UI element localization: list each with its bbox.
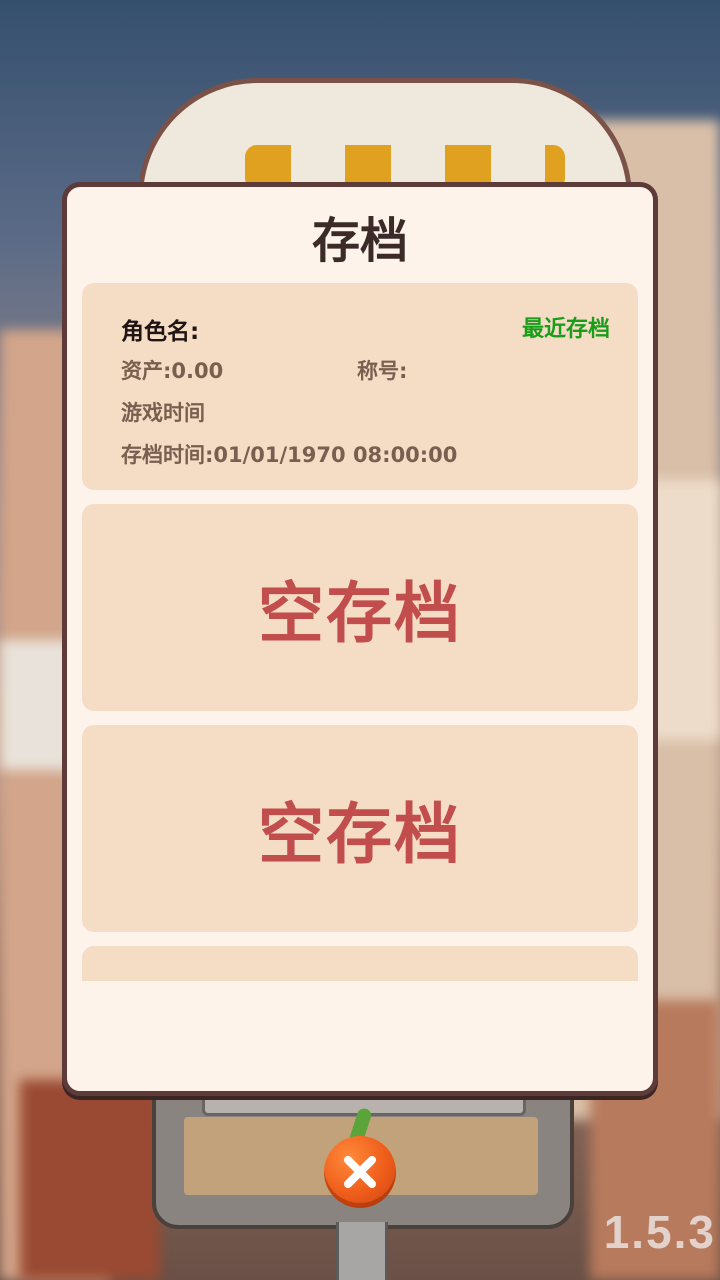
empty-slot-label: 空存档 — [258, 795, 462, 873]
save-slot-4[interactable] — [82, 946, 638, 981]
version-label: 1.5.3 — [603, 1206, 716, 1258]
save-slot-list[interactable]: 角色名: 最近存档 资产:0.00 称号: 游戏时间 存档时间:01/01/19… — [82, 283, 638, 981]
assets-label: 资产:0.00 — [121, 359, 224, 383]
game-screen: 1.5.3 存档 角色名: 最近存档 资产:0.00 称号: 游戏时间 存档时间… — [0, 0, 720, 1280]
save-slot-3[interactable]: 空存档 — [82, 725, 638, 932]
empty-slot-label: 空存档 — [258, 574, 462, 652]
character-name-label: 角色名: — [121, 319, 200, 345]
recent-save-tag: 最近存档 — [521, 317, 610, 342]
close-icon — [344, 1156, 376, 1188]
machine-pole — [336, 1222, 388, 1280]
save-slot-1[interactable]: 角色名: 最近存档 资产:0.00 称号: 游戏时间 存档时间:01/01/19… — [82, 283, 638, 490]
player-title-label: 称号: — [357, 359, 408, 383]
save-time-label: 存档时间:01/01/1970 08:00:00 — [121, 443, 458, 467]
play-time-label: 游戏时间 — [121, 401, 205, 425]
background-roof-left — [20, 1080, 160, 1280]
close-button[interactable] — [324, 1106, 396, 1208]
dialog-title: 存档 — [311, 213, 408, 269]
save-dialog: 存档 角色名: 最近存档 资产:0.00 称号: 游戏时间 存档时间:01/01… — [62, 182, 658, 1096]
save-slot-2[interactable]: 空存档 — [82, 504, 638, 711]
